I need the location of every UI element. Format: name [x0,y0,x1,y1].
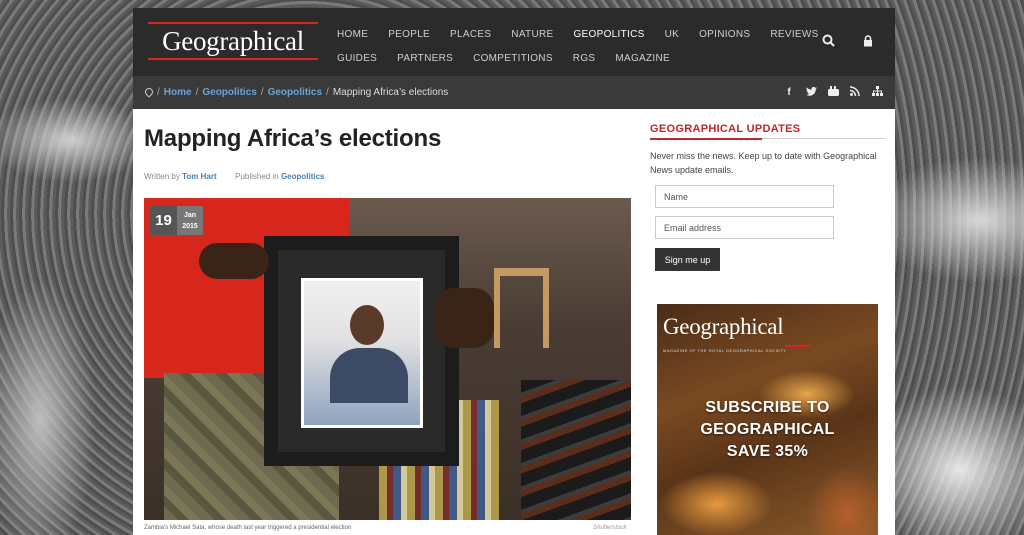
breadcrumb-home[interactable]: Home [164,87,192,98]
written-by-label: Written by [144,172,180,181]
image-caption: Zambia's Michael Sata, whose death last … [144,525,352,531]
image-credit: Shutterstock [593,525,627,531]
nav-item-guides[interactable]: GUIDES [337,53,377,64]
date-year: 2015 [182,222,198,230]
breadcrumb-separator: / [326,87,329,98]
ad-accent-line [785,345,810,347]
sidebar: GEOGRAPHICAL UPDATES Never miss the news… [650,123,885,271]
ad-line-2: GEOGRAPHICAL [700,421,835,438]
breadcrumb: / Home / Geopolitics / Geopolitics / Map… [133,76,895,109]
date-badge: 19 Jan 2015 [150,206,203,235]
email-field[interactable] [655,216,834,239]
newsletter-heading: GEOGRAPHICAL UPDATES [650,123,885,140]
nav-item-home[interactable]: HOME [337,29,368,40]
youtube-icon[interactable] [827,86,839,99]
sign-up-button[interactable]: Sign me up [655,248,720,271]
author-link[interactable]: Tom Hart [182,172,217,181]
breadcrumb-geopolitics-2[interactable]: Geopolitics [268,87,322,98]
ad-line-1: SUBSCRIBE TO [705,399,830,416]
ad-tagline: MAGAZINE OF THE ROYAL GEOGRAPHICAL SOCIE… [663,348,787,353]
social-links: f [783,76,883,109]
nav-item-opinions[interactable]: OPINIONS [699,29,750,40]
facebook-icon[interactable]: f [783,87,795,98]
sitemap-icon[interactable] [871,86,883,99]
nav-row-2: GUIDES PARTNERS COMPETITIONS RGS MAGAZIN… [337,46,807,70]
category-link[interactable]: Geopolitics [281,172,325,181]
nav-item-places[interactable]: PLACES [450,29,491,40]
breadcrumb-separator: / [157,87,160,98]
site-header: Geographical HOME PEOPLE PLACES NATURE G… [133,8,895,76]
breadcrumb-separator: / [260,87,264,98]
article-meta: Written by Tom Hart Published in Geopoli… [144,172,325,181]
main-content: Mapping Africa’s elections Written by To… [133,109,895,535]
location-pin-icon [145,88,151,97]
ad-logo: Geographical [663,314,784,339]
lock-icon[interactable] [863,34,873,50]
date-month: Jan [183,211,197,219]
site-logo[interactable]: Geographical [148,22,318,60]
breadcrumb-separator: / [195,87,199,98]
main-nav: HOME PEOPLE PLACES NATURE GEOPOLITICS UK… [337,22,818,70]
date-day: 19 [150,206,177,235]
ad-copy: SUBSCRIBE TO GEOGRAPHICAL SAVE 35% [657,397,878,463]
article-image: 19 Jan 2015 [144,198,631,520]
nav-item-rgs[interactable]: RGS [573,53,596,64]
rss-icon[interactable] [849,86,861,99]
nav-item-nature[interactable]: NATURE [511,29,553,40]
search-icon[interactable] [822,34,835,50]
nav-row-1: HOME PEOPLE PLACES NATURE GEOPOLITICS UK… [337,22,818,46]
subscribe-ad[interactable]: Geographical MAGAZINE OF THE ROYAL GEOGR… [657,304,878,535]
published-in-label: Published in [235,172,279,181]
nav-item-competitions[interactable]: COMPETITIONS [473,53,553,64]
nav-item-magazine[interactable]: MAGAZINE [615,53,670,64]
twitter-icon[interactable] [805,86,817,99]
nav-item-geopolitics[interactable]: GEOPOLITICS [573,29,644,40]
page-container: Geographical HOME PEOPLE PLACES NATURE G… [133,8,895,535]
breadcrumb-geopolitics-1[interactable]: Geopolitics [202,87,256,98]
ad-line-3: SAVE 35% [726,443,809,460]
article-title: Mapping Africa’s elections [144,125,442,152]
nav-item-partners[interactable]: PARTNERS [397,53,453,64]
nav-item-reviews[interactable]: REVIEWS [770,29,818,40]
breadcrumb-current: Mapping Africa’s elections [332,87,449,98]
newsletter-text: Never miss the news. Keep up to date wit… [650,151,877,175]
nav-item-people[interactable]: PEOPLE [388,29,430,40]
name-field[interactable] [655,185,834,208]
nav-item-uk[interactable]: UK [665,29,680,40]
